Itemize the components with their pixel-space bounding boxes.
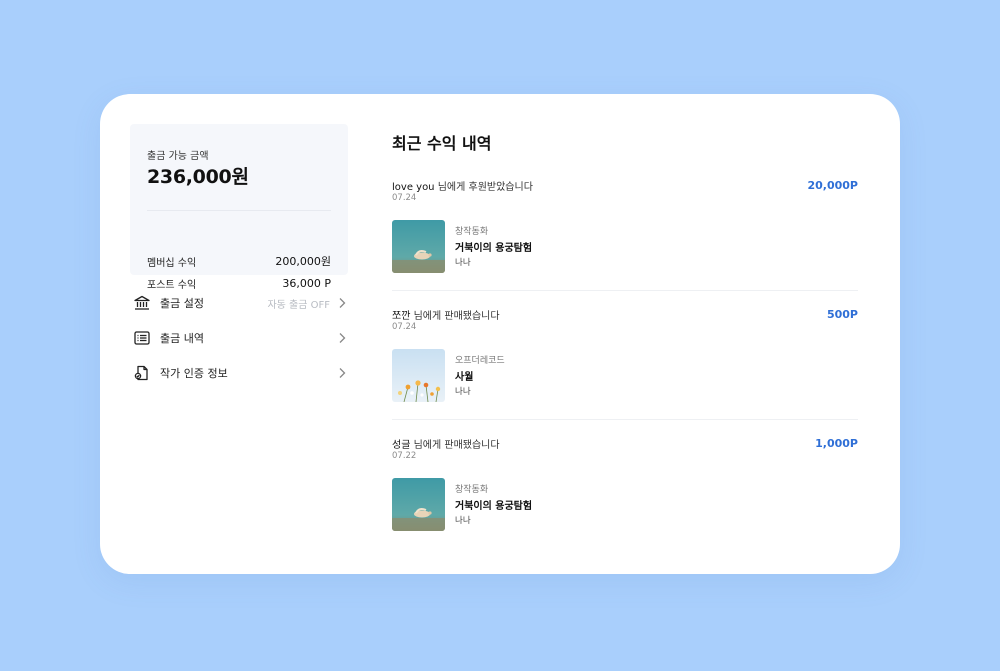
buyer-name: 성글 xyxy=(392,440,411,451)
section-title: 최근 수익 내역 xyxy=(392,134,492,153)
balance-summary: 출금 가능 금액 236,000원 멤버십 수익 200,000원 포스트 수익… xyxy=(130,124,348,291)
divider xyxy=(392,290,858,291)
earning-date: 07.24 xyxy=(392,322,417,332)
post-earnings-row: 포스트 수익 36,000 P xyxy=(147,275,331,291)
book-genre: 창작동화 xyxy=(455,227,489,237)
earning-amount: 1,000P xyxy=(815,437,858,450)
menu-label: 출금 내역 xyxy=(160,332,204,345)
menu-author-verification[interactable]: 작가 인증 정보 xyxy=(130,361,348,385)
bank-icon xyxy=(132,293,152,313)
earning-headline: 쪼깐 님에게 판매됐습니다 xyxy=(392,307,500,322)
book-cover-image[interactable] xyxy=(392,349,445,402)
earning-message: 님에게 판매됐습니다 xyxy=(413,440,500,451)
membership-earnings-row: 멤버십 수익 200,000원 xyxy=(147,253,331,269)
menu-withdrawal-settings[interactable]: 출금 설정 자동 출금 OFF xyxy=(130,291,348,315)
book-title[interactable]: 사월 xyxy=(455,368,473,383)
supporter-name: love you xyxy=(392,182,435,193)
document-icon xyxy=(132,363,152,383)
book-cover-image[interactable] xyxy=(392,220,445,273)
divider xyxy=(147,210,331,211)
balance-label: 출금 가능 금액 xyxy=(147,151,209,162)
membership-earnings-value: 200,000원 xyxy=(275,255,331,268)
book-author: 나나 xyxy=(455,258,471,268)
menu-label: 출금 설정 xyxy=(160,297,204,310)
buyer-name: 쪼깐 xyxy=(392,311,411,322)
earnings-card: 출금 가능 금액 236,000원 멤버십 수익 200,000원 포스트 수익… xyxy=(100,94,900,574)
book-title[interactable]: 거북이의 용궁탐험 xyxy=(455,239,532,254)
auto-withdrawal-status: 자동 출금 OFF xyxy=(267,299,330,311)
balance-amount: 236,000원 xyxy=(147,166,249,188)
book-genre: 오프더레코드 xyxy=(455,356,505,366)
earning-amount: 500P xyxy=(826,308,858,321)
post-earnings-value: 36,000 P xyxy=(282,276,331,290)
earning-item: 성글 님에게 판매됐습니다 1,000P 07.22 창작동화 거북이의 용궁탐… xyxy=(392,436,858,554)
earning-item: love you 님에게 후원받았습니다 20,000P 07.24 창작동화 … xyxy=(392,178,858,296)
chevron-right-icon xyxy=(336,296,348,310)
menu-withdrawal-history[interactable]: 출금 내역 xyxy=(130,326,348,350)
book-title[interactable]: 거북이의 용궁탐험 xyxy=(455,497,532,512)
divider xyxy=(392,419,858,420)
earning-date: 07.24 xyxy=(392,193,417,203)
earning-headline: love you 님에게 후원받았습니다 xyxy=(392,178,533,193)
earning-message: 님에게 판매됐습니다 xyxy=(413,311,500,322)
menu-label: 작가 인증 정보 xyxy=(160,367,228,380)
post-earnings-label: 포스트 수익 xyxy=(147,279,197,291)
earning-item: 쪼깐 님에게 판매됐습니다 500P 07.24 오프더레코드 사월 나나 xyxy=(392,307,858,425)
membership-earnings-label: 멤버십 수익 xyxy=(147,257,197,269)
earning-message: 님에게 후원받았습니다 xyxy=(437,182,533,193)
book-author: 나나 xyxy=(455,516,471,526)
book-genre: 창작동화 xyxy=(455,485,489,495)
earning-headline: 성글 님에게 판매됐습니다 xyxy=(392,436,500,451)
earning-date: 07.22 xyxy=(392,451,417,461)
chevron-right-icon xyxy=(336,331,348,345)
list-icon xyxy=(132,328,152,348)
book-author: 나나 xyxy=(455,387,471,397)
book-cover-image[interactable] xyxy=(392,478,445,531)
earning-amount: 20,000P xyxy=(807,179,858,192)
chevron-right-icon xyxy=(336,366,348,380)
